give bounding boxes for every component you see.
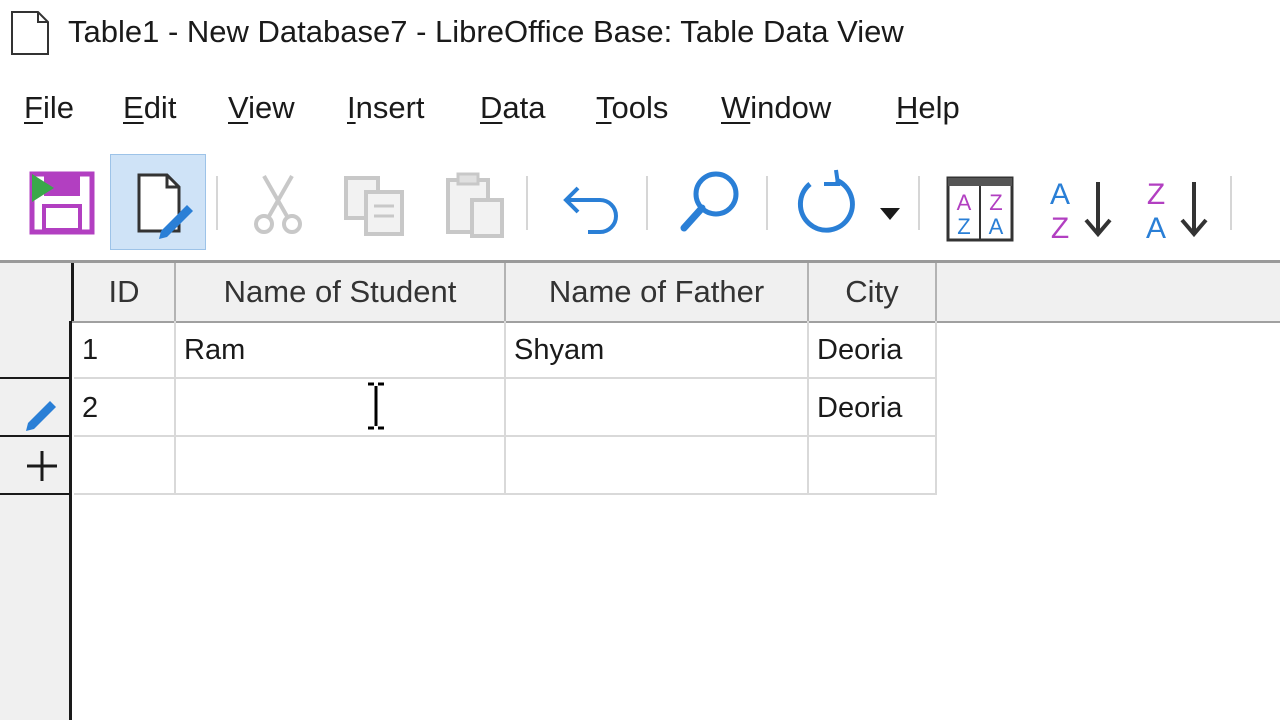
sort-descending-button[interactable]: Z A	[1132, 154, 1228, 250]
sort-icon: A Z Z A	[946, 176, 1014, 242]
svg-text:Z: Z	[957, 214, 970, 239]
svg-text:A: A	[1146, 212, 1166, 245]
svg-text:A: A	[989, 214, 1004, 239]
cell-city[interactable]: Deoria	[809, 321, 937, 379]
edit-data-button[interactable]	[110, 154, 206, 250]
refresh-button[interactable]	[776, 154, 872, 250]
column-header-name-of-student[interactable]: Name of Student	[176, 263, 506, 321]
refresh-dropdown-button[interactable]	[868, 154, 912, 250]
menu-view[interactable]: View	[228, 90, 295, 126]
window-title: Table1 - New Database7 - LibreOffice Bas…	[68, 14, 904, 49]
cell-name-of-father[interactable]: Shyam	[506, 321, 809, 379]
menu-window[interactable]: Window	[721, 90, 831, 126]
menu-bar: File Edit View Insert Data Tools Window …	[0, 76, 1280, 140]
row-handle-column	[0, 321, 72, 720]
find-button[interactable]	[662, 154, 758, 250]
column-header-id[interactable]: ID	[74, 263, 176, 321]
row-handle-new[interactable]	[0, 437, 72, 495]
menu-insert[interactable]: Insert	[347, 90, 425, 126]
sort-ascending-icon: A Z	[1050, 178, 1112, 245]
row-handle-editing[interactable]	[0, 379, 72, 437]
column-header-city[interactable]: City	[809, 263, 937, 321]
toolbar-separator	[526, 176, 528, 230]
copy-icon	[344, 176, 404, 236]
cell-id[interactable]: 1	[74, 321, 176, 379]
copy-button[interactable]	[326, 154, 422, 250]
cell-id[interactable]: 2	[74, 379, 176, 437]
dropdown-arrow-icon	[880, 208, 900, 220]
svg-text:A: A	[1050, 178, 1070, 211]
toolbar-separator	[918, 176, 920, 230]
menu-edit[interactable]: Edit	[123, 90, 176, 126]
save-icon	[29, 171, 95, 235]
toolbar: A Z Z A A Z Z A	[0, 146, 1280, 260]
toolbar-separator	[766, 176, 768, 230]
plus-icon	[27, 451, 57, 481]
svg-text:A: A	[957, 190, 972, 215]
svg-text:Z: Z	[989, 190, 1002, 215]
edit-data-icon	[137, 173, 193, 239]
cell-name-of-student[interactable]	[176, 379, 506, 437]
find-icon	[680, 171, 739, 232]
document-icon	[11, 11, 49, 55]
paste-icon	[446, 172, 504, 238]
svg-text:Z: Z	[1147, 178, 1165, 211]
toolbar-separator	[216, 176, 218, 230]
toolbar-separator	[1230, 176, 1232, 230]
undo-icon	[563, 186, 618, 234]
column-header-name-of-father[interactable]: Name of Father	[506, 263, 809, 321]
menu-help[interactable]: Help	[896, 90, 960, 126]
sort-descending-icon: Z A	[1146, 178, 1208, 245]
cell-city[interactable]	[809, 437, 937, 495]
row-handle[interactable]	[0, 321, 72, 379]
menu-tools[interactable]: Tools	[596, 90, 668, 126]
undo-button[interactable]	[542, 154, 638, 250]
svg-text:Z: Z	[1051, 212, 1069, 245]
menu-file[interactable]: File	[24, 90, 74, 126]
refresh-icon	[797, 169, 855, 233]
paste-button[interactable]	[426, 154, 522, 250]
cell-name-of-student[interactable]	[176, 437, 506, 495]
pencil-icon	[26, 401, 56, 431]
cut-icon	[254, 175, 302, 234]
toolbar-separator	[646, 176, 648, 230]
sort-ascending-button[interactable]: A Z	[1036, 154, 1132, 250]
cell-name-of-student[interactable]: Ram	[176, 321, 506, 379]
cell-city[interactable]: Deoria	[809, 379, 937, 437]
sort-button[interactable]: A Z Z A	[932, 154, 1028, 250]
table-grid: ID Name of Student Name of Father City 1…	[0, 260, 1280, 720]
cut-button[interactable]	[230, 154, 326, 250]
cell-name-of-father[interactable]	[506, 379, 809, 437]
title-bar: Table1 - New Database7 - LibreOffice Bas…	[0, 0, 1280, 72]
corner-header[interactable]	[0, 263, 74, 321]
menu-data[interactable]: Data	[480, 90, 546, 126]
save-button[interactable]	[14, 154, 110, 250]
cell-id[interactable]	[74, 437, 176, 495]
cell-name-of-father[interactable]	[506, 437, 809, 495]
